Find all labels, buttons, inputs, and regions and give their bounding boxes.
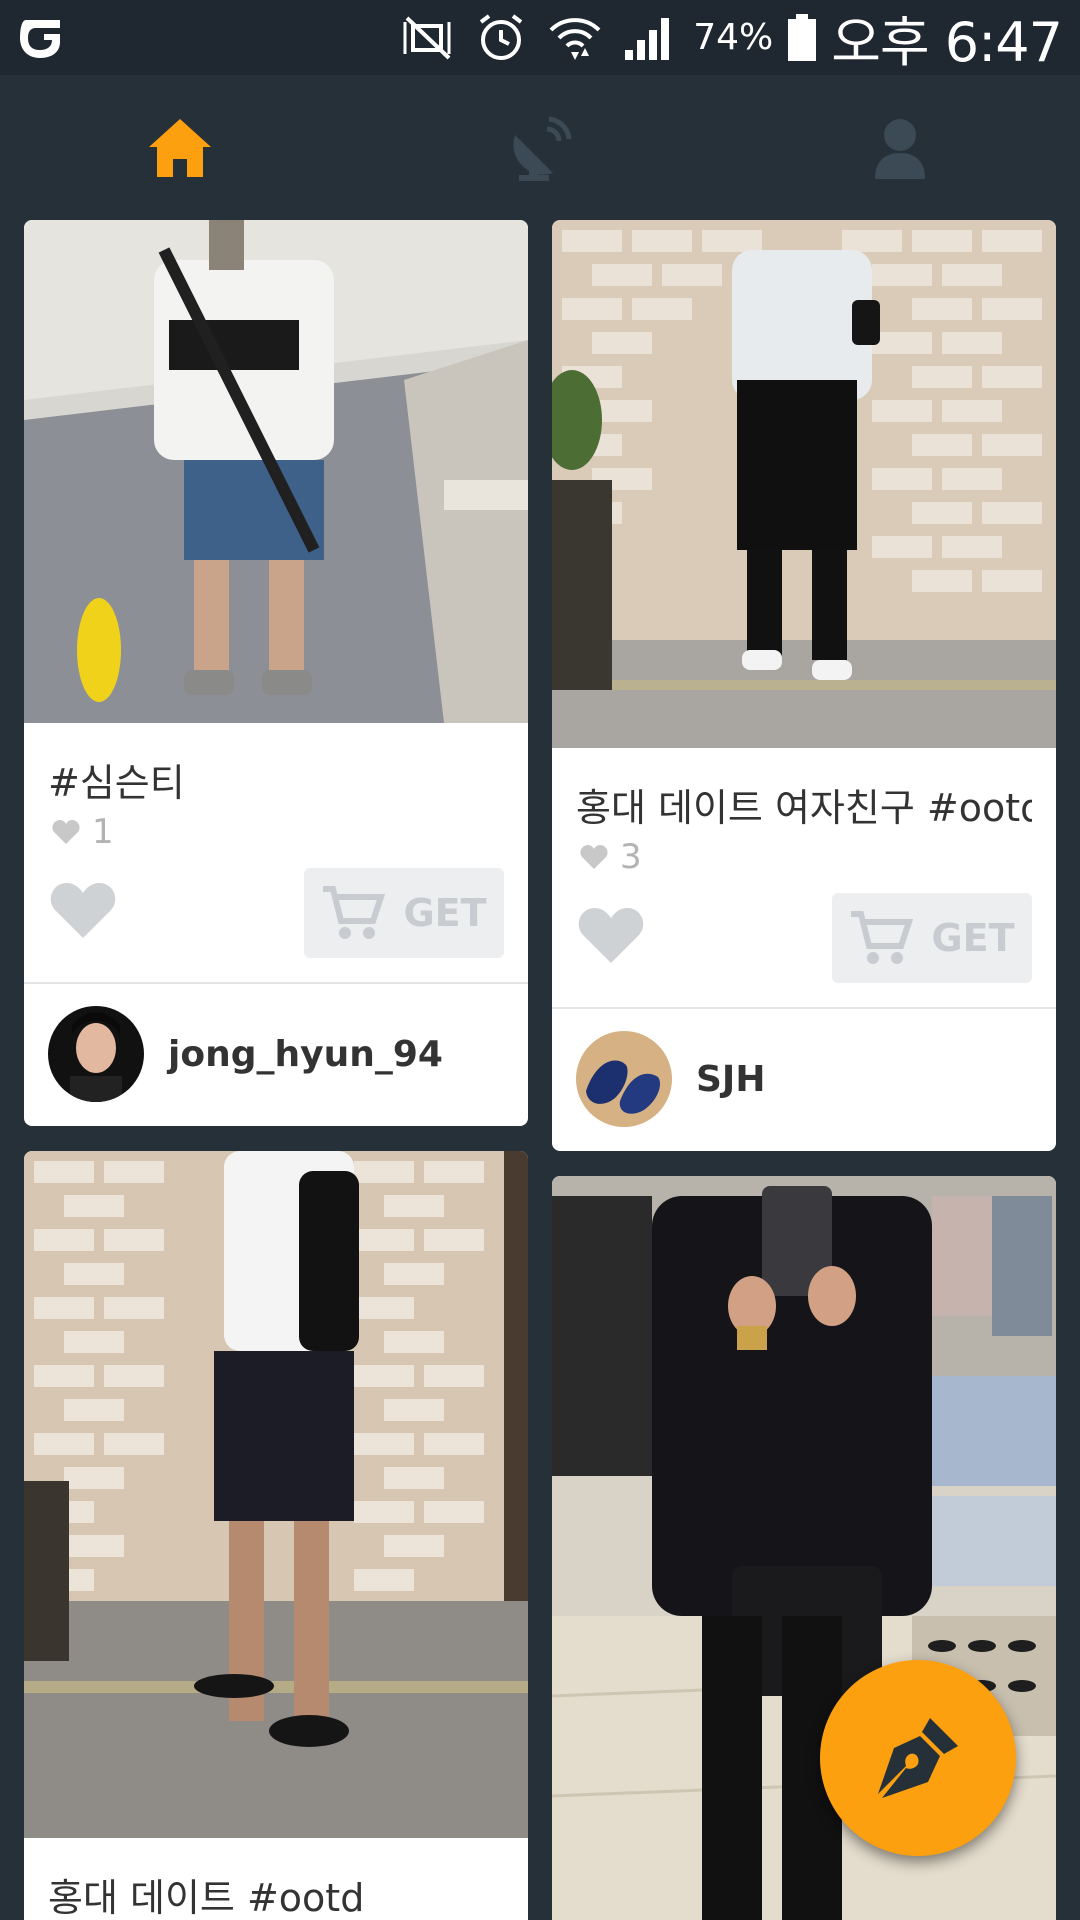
tab-discover[interactable]	[360, 75, 720, 220]
post-author[interactable]: SJH	[576, 1031, 765, 1127]
satellite-dish-icon	[513, 116, 572, 181]
battery-percent: 74%	[693, 17, 774, 58]
mute-vibrate-icon	[403, 16, 451, 59]
like-count-value: 1	[92, 812, 114, 852]
tab-home[interactable]	[0, 75, 360, 220]
get-button-label: GET	[403, 891, 487, 935]
wifi-icon	[549, 17, 601, 60]
post-photo[interactable]	[552, 220, 1056, 748]
post-photo[interactable]	[24, 1151, 528, 1838]
get-button[interactable]: GET	[304, 868, 504, 958]
like-count: 1	[52, 812, 114, 852]
pen-nib-icon	[878, 1718, 958, 1798]
avatar[interactable]	[48, 1006, 144, 1102]
alarm-clock-icon	[479, 13, 523, 60]
user-profile-icon	[875, 118, 925, 179]
shopping-cart-icon	[851, 911, 914, 964]
like-count-value: 3	[620, 837, 642, 877]
post-card[interactable]: #심슨티 1 GET jong_hyun_94	[24, 220, 528, 1126]
avatar[interactable]	[576, 1031, 672, 1127]
get-button[interactable]: GET	[832, 893, 1032, 983]
post-card[interactable]: 홍대 데이트 #ootd	[24, 1151, 528, 1920]
tab-profile[interactable]	[720, 75, 1080, 220]
compose-fab-button[interactable]	[820, 1660, 1016, 1856]
divider	[24, 982, 528, 984]
post-author[interactable]: jong_hyun_94	[48, 1006, 443, 1102]
clock: 오후 6:47	[831, 11, 1063, 74]
top-navigation	[0, 75, 1080, 220]
get-button-label: GET	[931, 916, 1015, 960]
like-count: 3	[580, 837, 642, 877]
status-bar: 74% 오후 6:47	[0, 0, 1080, 75]
home-icon	[149, 118, 211, 177]
author-name[interactable]: jong_hyun_94	[168, 1034, 443, 1075]
signal-strength-icon	[625, 17, 670, 60]
post-caption: #심슨티	[48, 761, 185, 805]
app-notification-icon	[20, 20, 60, 58]
post-caption: 홍대 데이트 여자친구 #ootd	[576, 786, 1032, 830]
shopping-cart-icon	[323, 886, 386, 939]
author-name[interactable]: SJH	[696, 1059, 765, 1100]
battery-icon	[788, 13, 817, 61]
post-photo[interactable]	[24, 220, 528, 723]
like-button[interactable]	[50, 880, 116, 940]
small-heart-icon	[52, 820, 80, 844]
post-caption: 홍대 데이트 #ootd	[48, 1876, 365, 1920]
post-card[interactable]: 홍대 데이트 여자친구 #ootd 3 GET SJH	[552, 220, 1056, 1151]
divider	[552, 1007, 1056, 1009]
like-button[interactable]	[578, 905, 644, 965]
small-heart-icon	[580, 845, 608, 869]
